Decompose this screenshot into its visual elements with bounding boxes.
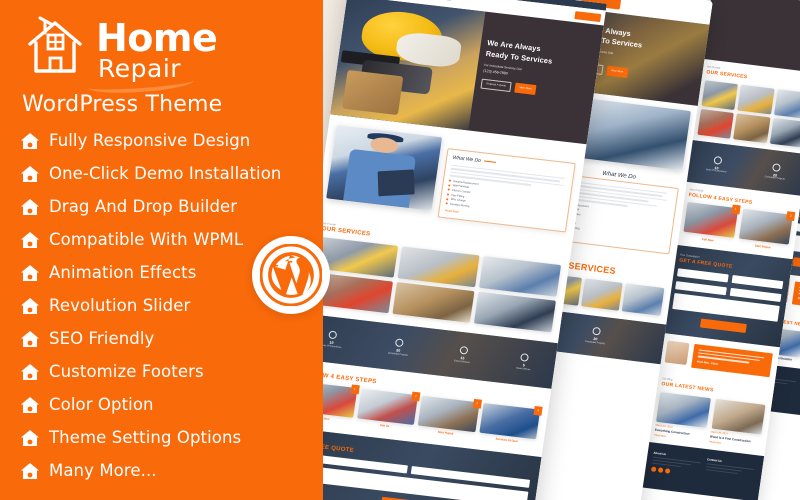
what-we-do-photo: [326, 125, 443, 211]
service-thumb: [473, 291, 556, 333]
step-item: 2 Ask Us: [356, 388, 421, 432]
feature-label: Drag And Drop Builder: [49, 197, 238, 216]
service-thumb: [733, 113, 771, 144]
brand-logo: Home Repair: [24, 14, 218, 82]
service-thumb: [392, 281, 475, 323]
feature-label: One-Click Demo Installation: [49, 164, 282, 183]
feature-label: Animation Effects: [49, 263, 197, 282]
step-number: 1: [730, 204, 741, 215]
testimonial-avatar: [664, 340, 690, 365]
feature-item: One-Click Demo Installation: [20, 157, 320, 190]
service-thumb: [773, 89, 800, 119]
feature-item: Drag And Drop Builder: [20, 190, 320, 223]
brand-name-primary: Home: [96, 16, 218, 60]
nav-request-quote-button[interactable]: [574, 10, 602, 22]
feature-label: Customize Footers: [49, 362, 204, 381]
step-number: 1: [350, 384, 360, 394]
feature-label: Color Option: [49, 395, 154, 414]
counter-item: 20 Completed Projects: [388, 338, 410, 357]
service-thumb: [701, 80, 739, 111]
counter-label: Expert Workers: [453, 360, 470, 365]
step-number: 4: [533, 405, 543, 416]
counter-label: Award Winner: [515, 367, 531, 372]
feature-item: Fully Responsive Design: [20, 124, 320, 157]
counter-item: 10 Years Of Experience: [320, 330, 343, 349]
service-thumb: [580, 278, 624, 311]
step-number: 3: [472, 398, 482, 409]
feature-item: Color Option: [20, 388, 320, 421]
service-thumb: [737, 84, 775, 115]
house-icon: [20, 165, 40, 183]
service-thumb: [622, 283, 665, 316]
feature-label: Revolution Slider: [49, 296, 191, 315]
feature-item: Many More...: [20, 454, 320, 487]
quote-name-input[interactable]: [677, 267, 729, 283]
quote-submit-button[interactable]: [699, 318, 747, 333]
house-icon: [20, 297, 40, 315]
promo-banner: We Provide OUR SERVICES 10Years Of Exper…: [0, 0, 800, 500]
nav-item-contact[interactable]: Contact: [441, 0, 451, 2]
hero-photo: [330, 0, 486, 131]
step-number: 3: [786, 211, 796, 222]
toolpouch-shape: [342, 70, 404, 115]
house-icon: [20, 396, 40, 414]
tablet-view-more-button[interactable]: View More: [605, 65, 629, 78]
chart-icon: [394, 338, 404, 348]
house-icon: [20, 264, 40, 282]
step-item: 3 Start Repair: [417, 395, 482, 439]
quote-email-input[interactable]: [731, 274, 784, 289]
testimonial-author: Mark Max - Client: [696, 359, 719, 366]
worker-icon: [458, 346, 469, 356]
house-icon: [20, 198, 40, 216]
instagram-icon[interactable]: [664, 468, 671, 475]
wordpress-icon: [260, 244, 322, 306]
counter-item: 15 Expert Workers: [454, 346, 472, 364]
feature-item: Theme Setting Options: [20, 421, 320, 454]
house-icon: [20, 132, 40, 150]
quote-submit-button[interactable]: [792, 256, 800, 272]
wordpress-badge: [252, 236, 330, 314]
feature-label: Compatible With WPML: [49, 230, 244, 249]
hero-request-quote-button[interactable]: Request A Quote: [480, 78, 512, 92]
house-icon: [20, 330, 40, 348]
step-number: 2: [411, 391, 421, 402]
house-icon: [20, 231, 40, 249]
quote-subject-input[interactable]: [729, 287, 782, 302]
step-item: 4 Services At Door: [478, 402, 543, 447]
house-icon: [20, 462, 40, 480]
service-thumb: [769, 117, 800, 148]
twitter-icon[interactable]: [657, 467, 664, 474]
facebook-icon[interactable]: [650, 466, 657, 473]
house-icon: [20, 429, 40, 447]
award-icon: [520, 353, 530, 363]
feature-label: Many More...: [49, 461, 157, 480]
feature-label: Fully Responsive Design: [49, 131, 251, 150]
feature-item: Customize Footers: [20, 355, 320, 388]
house-hammer-icon: [24, 14, 90, 78]
counter-item: 5 Award Winner: [516, 353, 533, 371]
service-thumb: [697, 108, 735, 139]
user-icon: [328, 330, 338, 340]
promo-subtitle: WordPress Theme: [22, 92, 223, 117]
hero-view-more-button[interactable]: View More: [514, 82, 537, 95]
feature-label: Theme Setting Options: [49, 428, 242, 447]
service-thumb: [479, 255, 562, 297]
device-mockup-group: We Provide OUR SERVICES 10Years Of Exper…: [275, 0, 800, 500]
glove-shape: [394, 30, 463, 69]
feature-item: SEO Friendly: [20, 322, 320, 355]
feature-label: SEO Friendly: [49, 329, 155, 348]
service-thumb: [397, 246, 480, 287]
wwd-bullet: Furniture Moving: [449, 202, 470, 208]
house-icon: [20, 363, 40, 381]
quote-phone-input[interactable]: [675, 280, 727, 295]
